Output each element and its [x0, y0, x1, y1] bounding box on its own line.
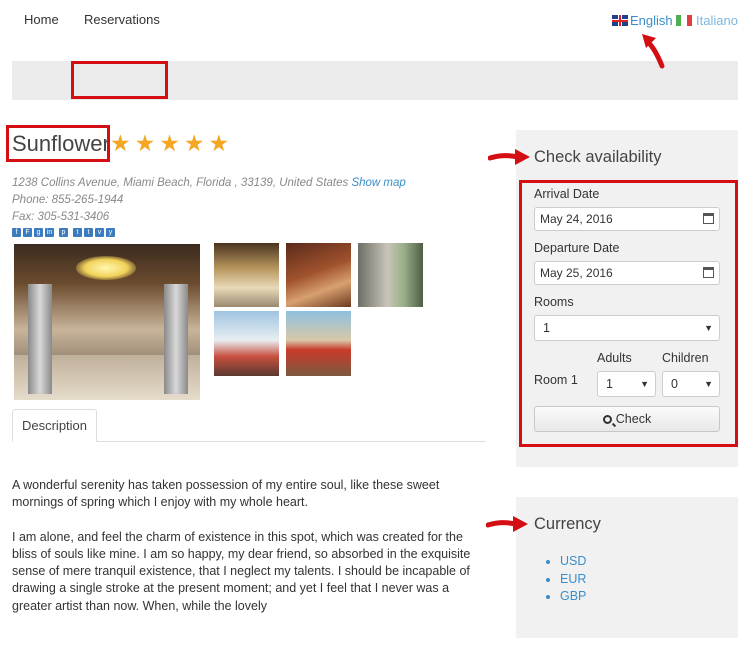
currency-list: USD EUR GBP	[546, 553, 586, 606]
annotation-arrow-icon	[642, 34, 665, 69]
list-item: EUR	[560, 571, 586, 589]
star-icon: ★	[159, 130, 180, 156]
hotel-fax: Fax: 305-531-3406	[12, 211, 110, 223]
hotel-thumbnail-4[interactable]	[214, 311, 279, 376]
currency-eur-link[interactable]: EUR	[560, 572, 586, 586]
hotel-main-photo[interactable]	[14, 244, 200, 400]
pinterest-icon[interactable]: p	[59, 228, 68, 237]
currency-title: Currency	[534, 515, 601, 533]
check-availability-title: Check availability	[534, 148, 662, 166]
annotation-arrow-icon	[488, 149, 530, 165]
social-share-bar: f F g in p t t v y	[12, 228, 115, 237]
hotel-thumbnail-3[interactable]	[358, 243, 423, 307]
description-paragraph-1: A wonderful serenity has taken possessio…	[12, 478, 440, 510]
annotation-highlight-reservations	[71, 61, 168, 99]
google-plus-icon[interactable]: g	[34, 228, 43, 237]
hotel-thumbnail-1[interactable]	[214, 243, 279, 307]
hotel-description: A wonderful serenity has taken possessio…	[12, 477, 472, 632]
tumblr-icon[interactable]: t	[73, 228, 82, 237]
hotel-contact-info: 1238 Collins Avenue, Miami Beach, Florid…	[12, 175, 406, 226]
currency-usd-link[interactable]: USD	[560, 554, 586, 568]
facebook-icon[interactable]: f	[12, 228, 21, 237]
hotel-thumbnail-5[interactable]	[286, 311, 351, 376]
star-icon: ★	[134, 130, 156, 156]
language-english-link[interactable]: English	[612, 13, 673, 28]
youtube-icon[interactable]: y	[106, 228, 115, 237]
language-italiano-link[interactable]: Italiano	[676, 13, 738, 28]
uk-flag-icon	[612, 15, 628, 26]
list-item: USD	[560, 553, 586, 571]
foursquare-icon[interactable]: F	[23, 228, 32, 237]
show-map-link[interactable]: Show map	[351, 177, 405, 189]
vimeo-icon[interactable]: v	[95, 228, 104, 237]
list-item: GBP	[560, 588, 586, 606]
hotel-address: 1238 Collins Avenue, Miami Beach, Florid…	[12, 177, 349, 189]
currency-gbp-link[interactable]: GBP	[560, 589, 586, 603]
description-paragraph-2: I am alone, and feel the charm of existe…	[12, 529, 471, 613]
italy-flag-icon	[676, 15, 692, 26]
tab-description[interactable]: Description	[12, 409, 97, 442]
annotation-arrow-icon	[486, 516, 528, 532]
language-english-label: English	[630, 13, 673, 28]
annotation-highlight-hotel-name	[6, 125, 110, 162]
nav-home-link[interactable]: Home	[24, 0, 59, 39]
hotel-thumbnail-2[interactable]	[286, 243, 351, 307]
language-italiano-label: Italiano	[696, 13, 738, 28]
hotel-phone: Phone: 855-265-1944	[12, 194, 124, 206]
nav-reservations-link[interactable]: Reservations	[84, 0, 160, 39]
linkedin-icon[interactable]: in	[45, 228, 54, 237]
star-icon: ★	[208, 130, 230, 156]
annotation-highlight-availability-form	[519, 180, 738, 447]
twitter-icon[interactable]: t	[84, 228, 93, 237]
star-icon: ★	[183, 130, 205, 156]
star-icon: ★	[110, 130, 131, 156]
hotel-star-rating: ★ ★ ★ ★ ★	[110, 131, 229, 155]
